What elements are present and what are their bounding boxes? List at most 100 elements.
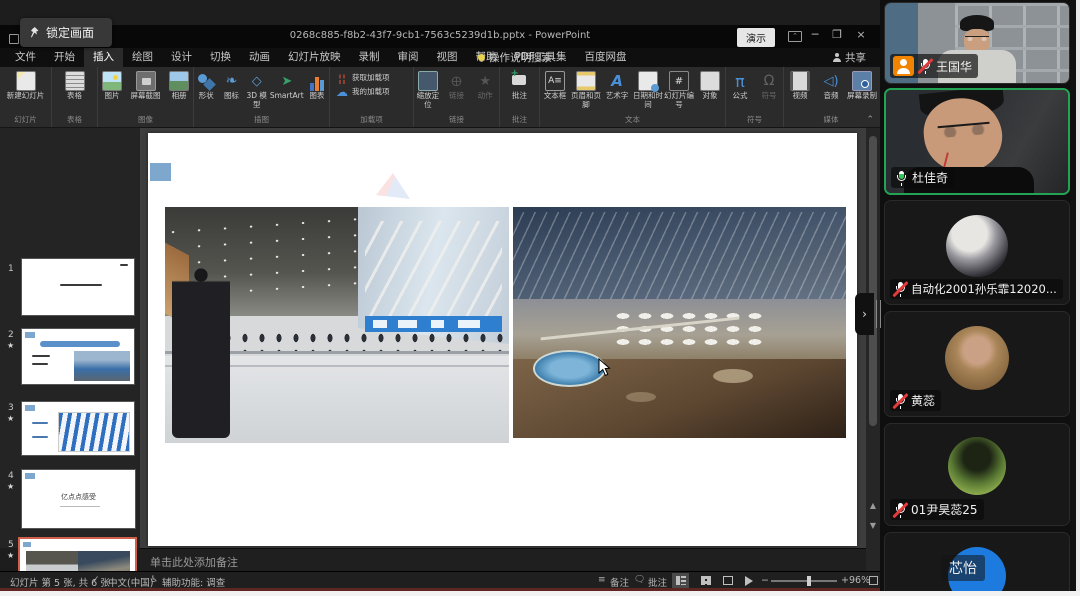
slide-number-icon: # (669, 71, 689, 91)
shared-screen-powerpoint: 锁定画面 0268c885-f8b2-43f7-9cb1-7563c5239d1… (0, 0, 880, 591)
table-button[interactable]: 表格 (60, 70, 90, 101)
sidebar-scrollbar[interactable] (1076, 0, 1080, 596)
comment-button[interactable]: 批注 (505, 70, 535, 101)
notes-toggle[interactable]: 备注 (610, 575, 629, 589)
reading-view-button[interactable] (719, 573, 736, 588)
slide-editing-area[interactable] (140, 128, 866, 548)
divider-drag-handle[interactable] (876, 300, 881, 328)
next-slide-button[interactable]: ▼ (867, 520, 879, 532)
tab-record[interactable]: 录制 (350, 48, 389, 67)
participant-tile[interactable]: 芯怡 (884, 532, 1070, 596)
shapes-button[interactable]: 形状 (194, 70, 218, 109)
3d-models-button[interactable]: ◇ 3D 模型 (245, 70, 269, 109)
tab-animations[interactable]: 动画 (240, 48, 279, 67)
previous-slide-button[interactable]: ▲ (867, 500, 879, 512)
accessibility-status[interactable]: 辅助功能: 调查 (162, 575, 225, 589)
sidebar-collapse-handle[interactable]: › (855, 293, 874, 335)
slide-scrollbar[interactable]: ▲ ▼ (866, 128, 880, 571)
tab-file[interactable]: 文件 (6, 48, 45, 67)
participant-tile[interactable]: 王国华 (884, 2, 1070, 84)
tab-review[interactable]: 审阅 (389, 48, 428, 67)
present-button[interactable]: 演示 (737, 28, 775, 47)
proofing-icon[interactable]: ✓ (92, 575, 100, 585)
slide-photo-ice-rink[interactable] (165, 207, 509, 443)
slide-photo-mountain-venue[interactable] (513, 207, 846, 438)
ribbon-insert: 新建幻灯片 幻灯片 表格 表格 图片 (0, 67, 880, 128)
group-comments: 批注 (500, 114, 539, 125)
slide-number-button[interactable]: # 幻灯片编号 (664, 70, 694, 109)
slide-thumbnail-1[interactable] (21, 258, 135, 316)
symbol-button[interactable]: Ω 符号 (755, 70, 783, 101)
notes-pane[interactable]: 单击此处添加备注 (140, 548, 866, 571)
powerpoint-titlebar[interactable]: 0268c885-f8b2-43f7-9cb1-7563c5239d1b.ppt… (0, 25, 880, 48)
action-button[interactable]: ★ 动作 (471, 70, 499, 109)
chart-button[interactable]: 图表 (305, 70, 329, 109)
video-button[interactable]: 视频 (785, 70, 815, 101)
language-label[interactable]: 中文(中国) (108, 575, 153, 589)
share-button[interactable]: 共享 (832, 50, 866, 65)
zoom-in-button[interactable]: + (841, 575, 849, 586)
smartart-button[interactable]: ➤ SmartArt (270, 70, 304, 109)
slide-thumbnail-3[interactable] (21, 401, 135, 456)
tab-design[interactable]: 设计 (162, 48, 201, 67)
minimize-button[interactable]: ─ (806, 28, 824, 41)
lightbulb-icon (478, 54, 485, 61)
slide-thumbnail-panel[interactable]: 1 2 ★ 3 ★ (0, 128, 140, 548)
tab-transitions[interactable]: 切换 (201, 48, 240, 67)
active-mic-icon (894, 170, 908, 186)
header-footer-button[interactable]: 页眉和页脚 (571, 70, 601, 109)
screenshot-button[interactable]: 屏幕截图 (127, 70, 164, 101)
slideshow-view-button[interactable] (740, 573, 757, 588)
participant-tile[interactable]: 自动化2001孙乐霏12020... (884, 200, 1070, 305)
restore-button[interactable]: ❐ (828, 28, 846, 41)
date-time-button[interactable]: 日期和时间 (633, 70, 663, 109)
audio-button[interactable]: ◁) 音频 (816, 70, 846, 101)
slide-sorter-view-button[interactable] (697, 573, 714, 588)
slide-canvas[interactable] (148, 133, 857, 546)
ribbon-display-options-icon[interactable]: ⌃ (788, 31, 802, 42)
muted-mic-icon (893, 393, 907, 409)
tab-draw[interactable]: 绘图 (123, 48, 162, 67)
tab-slideshow[interactable]: 幻灯片放映 (279, 48, 350, 67)
screen-recording-button[interactable]: 屏幕录制 (847, 70, 877, 101)
participant-tile-speaking[interactable]: 杜佳奇 (884, 88, 1070, 195)
close-button[interactable]: × (852, 28, 870, 41)
scrollbar-thumb[interactable] (869, 136, 877, 426)
tab-view[interactable]: 视图 (428, 48, 467, 67)
tab-insert[interactable]: 插入 (84, 48, 123, 67)
animation-star-icon: ★ (7, 414, 14, 423)
text-box-button[interactable]: A≡ 文本框 (540, 70, 570, 109)
participant-tile[interactable]: 黄蕊 (884, 311, 1070, 417)
tab-home[interactable]: 开始 (45, 48, 84, 67)
zoom-slider-thumb[interactable] (807, 576, 811, 586)
participant-avatar (948, 437, 1006, 495)
wordart-button[interactable]: A 艺术字 (602, 70, 632, 109)
my-addins-button[interactable]: ☁ 我的加载项 (336, 86, 407, 98)
participant-tile[interactable]: 01尹昊蕊25 (884, 423, 1070, 526)
lock-screen-button[interactable]: 锁定画面 (20, 18, 112, 47)
video-icon (790, 71, 810, 91)
photo-album-button[interactable]: 相册 (165, 70, 193, 101)
tab-baidu-netdisk[interactable]: 百度网盘 (575, 48, 635, 67)
icons-button[interactable]: ❧ 图标 (219, 70, 243, 109)
zoom-level[interactable]: 96% (849, 575, 870, 586)
slide-title-placeholder[interactable] (150, 163, 171, 181)
zoom-slider[interactable] (771, 580, 837, 582)
get-addins-button[interactable]: ¦¦ 获取加载项 (336, 72, 407, 84)
slide-thumbnail-2[interactable] (21, 328, 135, 385)
normal-view-button[interactable] (672, 573, 689, 588)
group-images: 图像 (98, 114, 193, 125)
quick-access-save-icon[interactable] (9, 34, 19, 44)
zoom-out-button[interactable]: − (761, 575, 769, 586)
comments-toggle[interactable]: 批注 (648, 575, 667, 589)
object-button[interactable]: 对象 (695, 70, 725, 109)
slide-thumbnail-4[interactable]: 亿点点感受 (21, 469, 136, 529)
equation-button[interactable]: π 公式 (726, 70, 754, 101)
collapse-ribbon-icon[interactable]: ⌃ (866, 115, 874, 125)
fit-slide-to-window-icon[interactable] (869, 576, 878, 585)
zoom-link-button[interactable]: 缩放定位 (414, 70, 442, 109)
tell-me-search[interactable]: 操作说明搜索 (478, 50, 552, 65)
pictures-button[interactable]: 图片 (98, 70, 126, 101)
new-slide-button[interactable]: 新建幻灯片 (6, 70, 46, 101)
link-button[interactable]: 🜨 链接 (443, 70, 471, 109)
